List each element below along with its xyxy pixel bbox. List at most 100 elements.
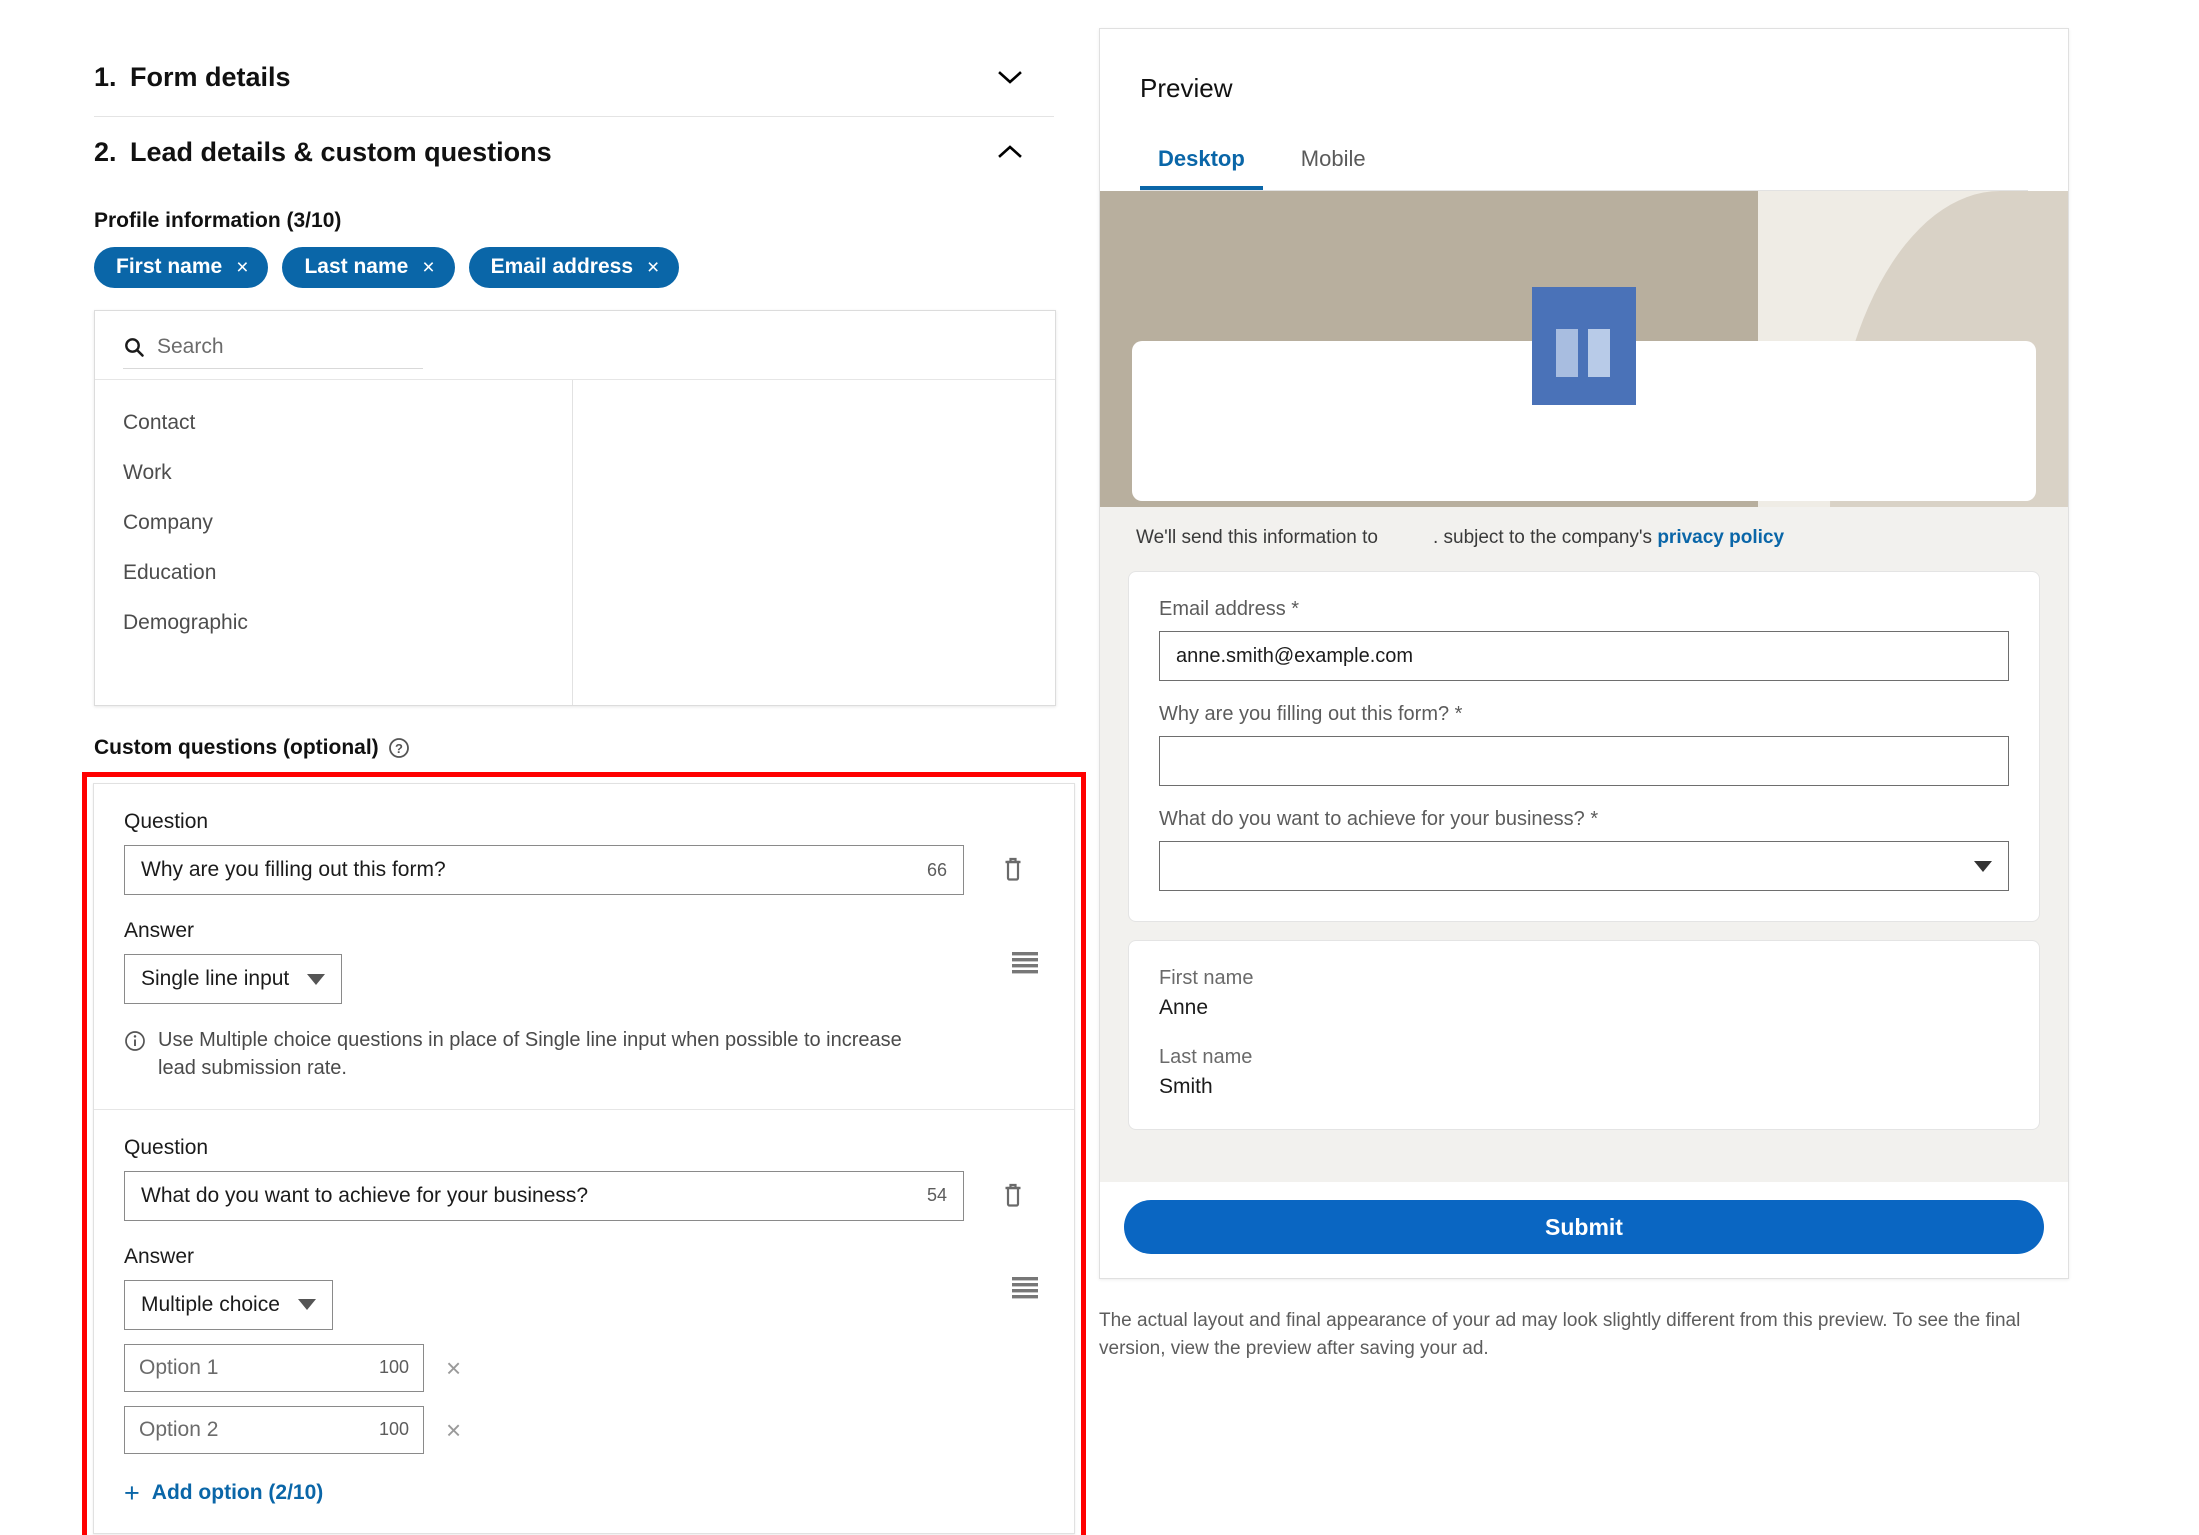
field-picker-search-area [95,311,1055,380]
preview-field-why: Why are you filling out this form? * [1159,703,2009,786]
trash-icon[interactable] [996,1177,1030,1211]
section-1-number: 1. [94,61,117,92]
field-category-list: Contact Work Company Education Demograph… [95,380,573,705]
add-option-label: Add option (2/10) [151,1481,324,1505]
question-input-2[interactable]: What do you want to achieve for your bus… [124,1170,964,1221]
category-contact[interactable]: Contact [95,398,572,448]
option-placeholder: Option 2 [139,1417,219,1441]
chip-email-address[interactable]: Email address × [468,247,680,288]
help-circle-icon[interactable]: ? [388,737,410,759]
privacy-policy-link[interactable]: privacy policy [1657,527,1784,548]
chevron-down-icon [1974,860,1992,872]
chip-label: Last name [304,255,409,278]
chip-last-name[interactable]: Last name × [282,247,455,288]
field-picker-body: Contact Work Company Education Demograph… [95,380,1055,705]
chevron-down-icon[interactable] [993,60,1027,94]
custom-question-2: Question What do you want to achieve for… [94,1108,1074,1533]
why-field[interactable] [1159,736,2009,786]
drag-handle-icon[interactable] [1008,1274,1042,1300]
trash-icon[interactable] [996,851,1030,885]
lead-form-editor-page: 1. Form details 2. Lead details & custom… [0,0,2199,1535]
field-option-list [573,380,1055,705]
category-company[interactable]: Company [95,498,572,548]
option-placeholder: Option 1 [139,1355,219,1379]
achieve-select[interactable] [1159,841,2009,891]
section-2-label: Lead details & custom questions [130,136,552,167]
preview-hero-image [1100,191,2068,507]
question-value: What do you want to achieve for your bus… [141,1183,589,1207]
custom-questions-heading: Custom questions (optional) ? [94,736,1045,760]
field-label: Why are you filling out this form? * [1159,703,1463,725]
preview-title: Preview [1140,73,1233,103]
tab-desktop[interactable]: Desktop [1140,140,1263,190]
section-header-form-details[interactable]: 1. Form details [94,34,1045,116]
question-value: Why are you filling out this form? [141,858,446,881]
answer-type-select-1[interactable]: Single line input [124,954,343,1004]
search-input[interactable] [157,335,387,359]
category-demographic[interactable]: Demographic [95,598,572,648]
preview-readonly-last-name: Last name Smith [1159,1046,2009,1099]
answer-type-select-2[interactable]: Multiple choice [124,1279,333,1330]
remove-option-icon[interactable]: × [446,1355,461,1381]
category-education[interactable]: Education [95,548,572,598]
preview-readonly-card: First name Anne Last name Smith [1128,940,2040,1130]
close-icon[interactable]: × [422,257,434,278]
remove-option-icon[interactable]: × [446,1417,461,1443]
character-counter: 54 [926,1185,947,1206]
form-editor-column: 1. Form details 2. Lead details & custom… [0,0,1086,1535]
drag-handle-icon[interactable] [1008,949,1042,975]
preview-panel: Preview Desktop Mobile We'll send this i… [1099,28,2069,1279]
question-label: Question [124,1135,209,1159]
profile-information-label: Profile information (3/10) [94,209,342,232]
chevron-up-icon[interactable] [993,135,1027,169]
answer-row-2: Answer Multiple choice [124,1245,1046,1330]
data-sharing-note: We'll send this information to . subject … [1128,507,2040,571]
preview-submit-bar: Submit [1100,1182,2068,1278]
note-prefix: We'll send this information to [1136,527,1378,548]
section-1-label: Form details [130,61,291,92]
preview-input-card: Email address * anne.smith@example.com W… [1128,571,2040,922]
preview-spacer [1128,1130,2040,1182]
preview-field-achieve: What do you want to achieve for your bus… [1159,808,2009,891]
logo-bar-1 [1556,329,1578,377]
question-label: Question [124,810,209,833]
field-picker-panel: Contact Work Company Education Demograph… [94,310,1056,706]
selected-fields-chip-list: First name × Last name × Email address × [94,247,1045,288]
character-counter: 100 [378,1419,409,1440]
svg-text:?: ? [395,741,403,756]
search-row[interactable] [123,335,423,369]
section-header-lead-details[interactable]: 2. Lead details & custom questions [94,117,1045,191]
close-icon[interactable]: × [647,257,659,278]
tab-mobile[interactable]: Mobile [1283,140,1384,190]
preview-column: Preview Desktop Mobile We'll send this i… [1085,0,2199,1535]
submit-button[interactable]: Submit [1124,1200,2044,1254]
answer-label: Answer [124,1244,195,1268]
email-field[interactable]: anne.smith@example.com [1159,631,2009,681]
company-logo [1532,287,1636,405]
chip-label: Email address [490,255,634,278]
chip-first-name[interactable]: First name × [94,247,269,288]
answer-type-value: Single line input [141,967,290,990]
custom-questions-highlight-box: Question Why are you filling out this fo… [82,772,1086,1535]
field-value: anne.smith@example.com [1176,644,1414,667]
preview-header: Preview Desktop Mobile [1100,29,2068,191]
character-counter: 66 [926,859,947,880]
character-counter: 100 [378,1357,409,1378]
chip-label: First name [116,255,223,278]
option-input-2[interactable]: Option 2 100 [124,1405,424,1454]
section-2-title: 2. Lead details & custom questions [94,137,552,168]
logo-bar-2 [1588,329,1610,377]
custom-questions-card: Question Why are you filling out this fo… [93,783,1075,1534]
question-input-1[interactable]: Why are you filling out this form? 66 [124,845,964,895]
chevron-down-icon [297,1299,316,1311]
add-option-button[interactable]: + Add option (2/10) [124,1479,1046,1507]
answer-type-value: Multiple choice [141,1292,280,1316]
option-row-1: Option 1 100 × [124,1343,1046,1392]
close-icon[interactable]: × [236,257,248,278]
field-label: What do you want to achieve for your bus… [1159,808,1599,830]
field-label: First name [1159,967,1254,989]
section-1-title: 1. Form details [94,62,291,93]
option-input-1[interactable]: Option 1 100 [124,1343,424,1392]
preview-disclaimer: The actual layout and final appearance o… [1099,1310,2021,1359]
category-work[interactable]: Work [95,448,572,498]
